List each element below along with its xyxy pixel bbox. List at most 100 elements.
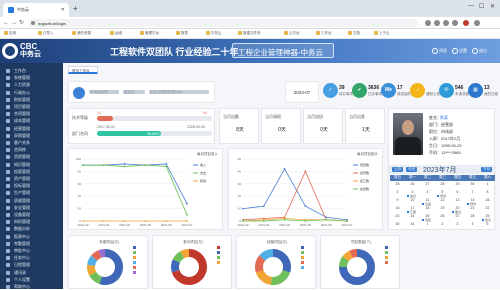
calendar-day[interactable]: 15 [480,198,495,205]
reload-icon[interactable]: ↻ [19,19,24,27]
calendar-day[interactable]: 3 [450,222,465,229]
sidebar-item[interactable]: 报表中心 [0,233,63,240]
sidebar-item[interactable]: 客户关系 [0,139,63,146]
calendar-day[interactable]: 2 [435,222,450,229]
task-icon[interactable]: ✓ [323,83,338,98]
calendar-day[interactable]: 21 [465,206,480,213]
calendar-day[interactable]: 30 [390,222,405,229]
sidebar-item[interactable]: 考勤管理 [0,240,63,247]
sidebar-item[interactable]: 日程管理 [0,261,63,268]
profile-name[interactable]: 陈某 [440,115,448,121]
sidebar-item[interactable]: 数据分析 [0,225,63,232]
calendar-event[interactable]: 会议 [407,194,416,198]
sidebar-item[interactable]: 资质管理 [0,153,63,160]
sidebar-item[interactable]: 成本管理 [0,117,63,124]
calendar-day[interactable]: 28 [465,214,480,221]
done-icon[interactable]: ✔ [352,83,367,98]
calendar-day[interactable]: 19 [435,206,450,213]
message-icon[interactable] [432,48,438,54]
browser-tab[interactable]: 中务云 ✕ [3,3,69,17]
bookmark-item[interactable]: 工作台 [316,31,332,36]
calendar-day[interactable]: 25 [390,182,405,189]
calendar-day[interactable]: 12 [435,198,450,205]
calendar-event[interactable]: 拜访 [467,202,476,206]
calendar-day[interactable]: 30 [465,182,480,189]
new-tab-icon[interactable]: + [73,5,78,13]
calendar-day[interactable]: 1 [420,222,435,229]
sidebar-item[interactable]: 投标管理 [0,182,63,189]
header-settings-link[interactable]: 设置 [459,48,467,54]
sidebar-item[interactable]: 安全管理 [0,204,63,211]
bookmark-item[interactable]: 上千云 [374,31,390,36]
sidebar-item[interactable]: 经营管理 [0,125,63,132]
share-icon[interactable] [425,20,431,26]
header-messages-link[interactable]: 消息 [439,48,447,54]
calendar-day[interactable]: 28 [435,182,450,189]
profile-avatar-icon[interactable] [463,20,469,26]
sidebar-item[interactable]: 生产管理 [0,189,63,196]
calendar-day[interactable]: 9 [390,198,405,205]
extension-icon[interactable] [443,20,449,26]
back-icon[interactable]: ← [3,19,9,27]
bookmark-item[interactable]: 管理平台 [140,31,159,36]
app-logo[interactable]: CBC 中务云 [2,42,50,60]
me-icon[interactable]: Me [381,83,396,98]
tab-home[interactable]: 首页工作台 [68,66,98,74]
sidebar-item[interactable]: 材料管理 [0,218,63,225]
bookmark-item[interactable]: 中务云 [206,31,222,36]
sidebar-item[interactable]: 质量管理 [0,197,63,204]
logout-icon[interactable] [472,48,478,54]
calendar-day[interactable]: 27 [420,182,435,189]
calendar-day[interactable]: 29 [450,182,465,189]
calendar-today-button[interactable]: 今天 [406,167,417,172]
browser-menu-icon[interactable] [474,20,480,26]
sidebar-item[interactable]: 人力资源 [0,81,63,88]
calendar-day[interactable]: 18 [420,206,435,213]
sidebar-item[interactable]: 采购管理 [0,132,63,139]
url-input[interactable]: ncgsoft.cn/login [28,19,418,27]
calendar-event[interactable]: 会议 [482,218,491,222]
site-info-icon[interactable] [31,21,35,25]
bookmark-item[interactable]: 应用 [4,31,16,36]
forward-icon[interactable]: → [11,19,17,27]
sidebar-item[interactable]: 合同库 [0,146,63,153]
calendar-prev-button[interactable]: 上月 [392,167,403,172]
calendar-next-button[interactable]: 下月 [481,167,492,172]
calendar-day[interactable]: 7 [465,190,480,197]
bookmark-item[interactable]: 报表 [176,31,188,36]
calendar-icon[interactable]: ▦ [468,83,483,98]
sidebar-item[interactable]: 任务中心 [0,254,63,261]
sidebar-item[interactable]: 系统管理 [0,74,63,81]
sidebar-item[interactable]: 项目管理 [0,103,63,110]
calendar-day[interactable]: 16 [390,206,405,213]
calendar-day[interactable]: 1 [480,182,495,189]
calendar-event[interactable]: 培训 [437,194,446,198]
calendar-day[interactable]: 5 [480,222,495,229]
message-icon[interactable]: ✉ [439,83,454,98]
calendar-day[interactable]: 26 [435,214,450,221]
calendar-day[interactable]: 6 [450,190,465,197]
calendar-day[interactable]: 23 [390,214,405,221]
calendar-event[interactable]: 面试 [452,210,461,214]
maximize-icon[interactable]: ☐ [479,3,484,10]
sidebar-item[interactable]: 行政办公 [0,89,63,96]
gear-icon[interactable] [452,48,458,54]
calendar-day[interactable]: 10 [405,198,420,205]
bookmark-item[interactable]: 云平台 [284,31,300,36]
calendar-day[interactable]: 31 [405,222,420,229]
bookmark-item[interactable]: 新建文件夹 [238,31,261,36]
close-window-icon[interactable]: ✕ [490,3,495,10]
calendar-event[interactable]: 汇报 [407,210,416,214]
calendar-day[interactable]: 2 [390,190,405,197]
bookmark-item[interactable]: 文档 [348,31,360,36]
sidebar-item[interactable]: 工作台 [0,67,63,74]
sidebar-item[interactable]: 知识管理 [0,161,63,168]
calendar-event[interactable]: 出差 [422,202,431,206]
calendar-day[interactable]: 8 [480,190,495,197]
calendar-day[interactable]: 22 [480,206,495,213]
calendar-day[interactable]: 27 [450,214,465,221]
sidebar-item[interactable]: 合同管理 [0,110,63,117]
bookmark-item[interactable]: 我的资源 [72,31,91,36]
sidebar-item[interactable]: 个人设置 [0,276,63,283]
calendar-day[interactable]: 13 [450,198,465,205]
